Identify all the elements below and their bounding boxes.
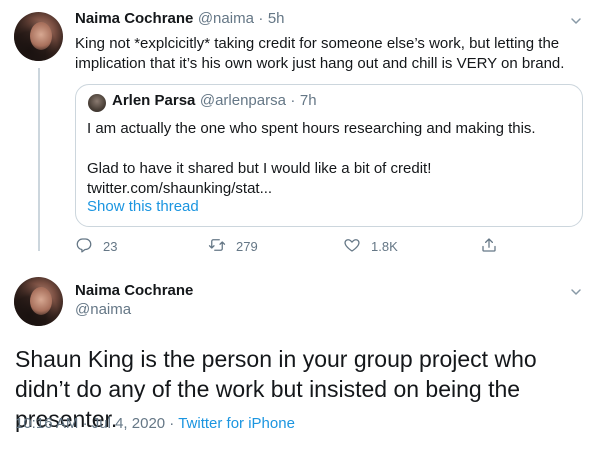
quoted-tweet[interactable]: Arlen Parsa @arlenparsa · 7h I am actual… <box>75 84 583 227</box>
separator-dot: · <box>82 415 88 432</box>
tweet-time[interactable]: 5h <box>268 10 285 27</box>
thread-connector-line <box>38 68 40 251</box>
author-handle[interactable]: @naima <box>75 301 193 318</box>
tweet-source-link[interactable]: Twitter for iPhone <box>178 415 295 432</box>
tweet-meta: 10:16 AM · Jul 4, 2020 · Twitter for iPh… <box>15 415 295 432</box>
author-handle[interactable]: @naima <box>198 10 254 27</box>
tweet-actions: 23 279 1.8K <box>75 236 515 256</box>
share-icon <box>480 236 498 257</box>
retweet-button[interactable]: 279 <box>208 236 258 257</box>
quoted-tweet-header: Arlen Parsa @arlenparsa · 7h <box>112 92 317 110</box>
reply-button[interactable]: 23 <box>75 236 117 257</box>
quoted-author-name: Arlen Parsa <box>112 92 196 109</box>
quoted-tweet-text: I am actually the one who spent hours re… <box>87 119 577 199</box>
quoted-tweet-time: 7h <box>299 92 317 109</box>
chevron-down-icon[interactable] <box>570 14 582 26</box>
tweet-date[interactable]: Jul 4, 2020 <box>92 415 165 432</box>
like-count: 1.8K <box>371 239 398 254</box>
share-button[interactable] <box>480 236 498 257</box>
separator-dot: · <box>258 10 264 27</box>
reply-count: 23 <box>103 239 118 254</box>
author-name[interactable]: Naima Cochrane <box>75 282 193 299</box>
like-button[interactable]: 1.8K <box>343 236 398 257</box>
quoted-link: twitter.com/shaunking/stat... <box>87 180 273 197</box>
author-name[interactable]: Naima Cochrane <box>75 10 193 27</box>
retweet-count: 279 <box>236 239 258 254</box>
tweet-header: Naima Cochrane @naima · 5h <box>75 10 285 28</box>
tweet-text: King not *explcicitly* taking credit for… <box>75 35 565 72</box>
retweet-icon <box>208 236 226 257</box>
heart-icon <box>343 236 361 257</box>
separator-dot: · <box>169 415 175 432</box>
quoted-text-line: Glad to have it shared but I would like … <box>87 160 432 177</box>
quoted-avatar <box>88 94 106 112</box>
show-thread-link[interactable]: Show this thread <box>87 198 199 215</box>
chevron-down-icon[interactable] <box>570 285 582 297</box>
avatar[interactable] <box>14 277 63 326</box>
avatar[interactable] <box>14 12 63 61</box>
tweet-time[interactable]: 10:16 AM <box>15 415 78 432</box>
reply-icon <box>75 236 93 257</box>
quoted-author-handle: @arlenparsa <box>199 92 286 109</box>
quoted-text-line: I am actually the one who spent hours re… <box>87 120 536 137</box>
tweet-header: Naima Cochrane @naima <box>75 282 193 318</box>
separator-dot: · <box>290 92 296 109</box>
